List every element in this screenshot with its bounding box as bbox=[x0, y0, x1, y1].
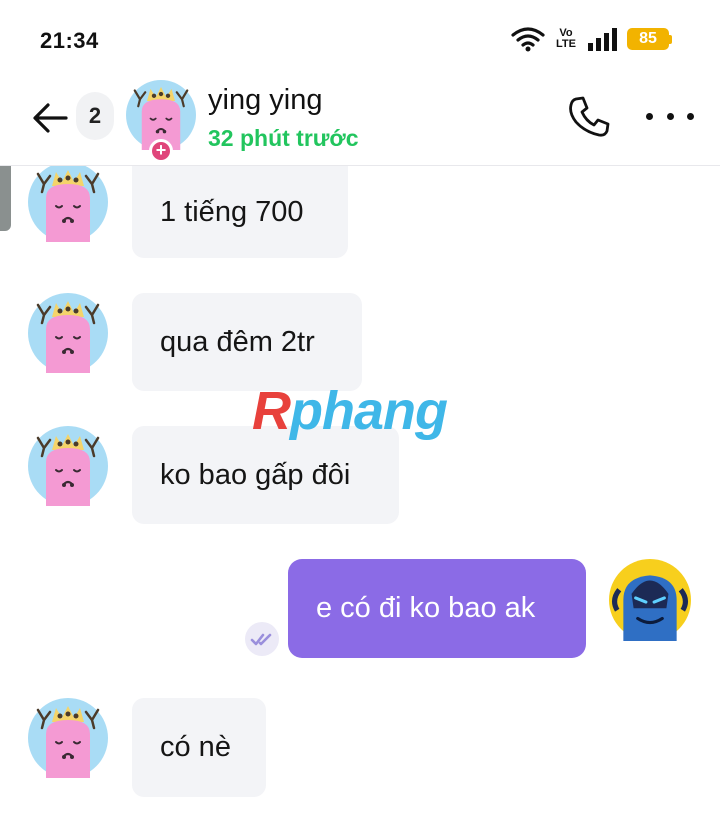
watermark-logo: Rphang bbox=[252, 380, 448, 442]
volte-icon: Vo LTE bbox=[553, 28, 579, 50]
sender-avatar[interactable] bbox=[28, 166, 108, 242]
message-text: có nè bbox=[160, 731, 231, 763]
volte-bottom-label: LTE bbox=[556, 38, 576, 50]
contact-last-seen: 32 phút trước bbox=[208, 125, 359, 151]
status-icons: Vo LTE 85 bbox=[511, 26, 672, 52]
incoming-message-bubble[interactable]: có nè bbox=[132, 698, 266, 797]
contact-name[interactable]: ying ying bbox=[208, 84, 322, 117]
seen-check-icon bbox=[245, 622, 279, 656]
more-dot bbox=[666, 112, 674, 120]
add-contact-badge[interactable]: + bbox=[149, 139, 173, 163]
sender-avatar[interactable] bbox=[28, 293, 108, 373]
message-list[interactable]: 1 tiếng 700 qua đêm 2tr ko bao gấp đôi e… bbox=[0, 166, 720, 817]
status-time: 21:34 bbox=[40, 28, 99, 53]
unread-count-badge[interactable]: 2 bbox=[76, 92, 114, 140]
phone-call-icon[interactable] bbox=[566, 94, 612, 140]
watermark-part2: phang bbox=[290, 381, 448, 441]
message-text: e có đi ko bao ak bbox=[316, 592, 536, 624]
incoming-message-bubble[interactable]: 1 tiếng 700 bbox=[132, 166, 348, 258]
chat-header: 2 + ying ying 32 phút trước bbox=[0, 80, 720, 166]
message-text: ko bao gấp đôi bbox=[160, 458, 351, 491]
status-bar: 21:34 Vo LTE 85 bbox=[0, 0, 720, 80]
more-dot bbox=[646, 112, 653, 120]
signal-icon bbox=[588, 28, 617, 51]
sender-avatar[interactable] bbox=[28, 698, 108, 778]
sender-avatar[interactable] bbox=[28, 426, 108, 506]
watermark-part1: R bbox=[252, 381, 291, 441]
back-arrow-icon[interactable] bbox=[30, 98, 70, 138]
message-text: qua đêm 2tr bbox=[160, 325, 315, 358]
wifi-icon bbox=[511, 27, 545, 52]
battery-icon: 85 bbox=[627, 28, 672, 50]
more-options-icon[interactable] bbox=[646, 106, 694, 126]
battery-level: 85 bbox=[627, 28, 669, 50]
more-dot bbox=[687, 112, 694, 120]
my-avatar[interactable] bbox=[609, 559, 691, 641]
incoming-message-bubble[interactable]: qua đêm 2tr bbox=[132, 293, 362, 391]
outgoing-message-bubble[interactable]: e có đi ko bao ak bbox=[288, 559, 586, 658]
battery-tip bbox=[669, 34, 672, 44]
message-text: 1 tiếng 700 bbox=[160, 195, 304, 228]
